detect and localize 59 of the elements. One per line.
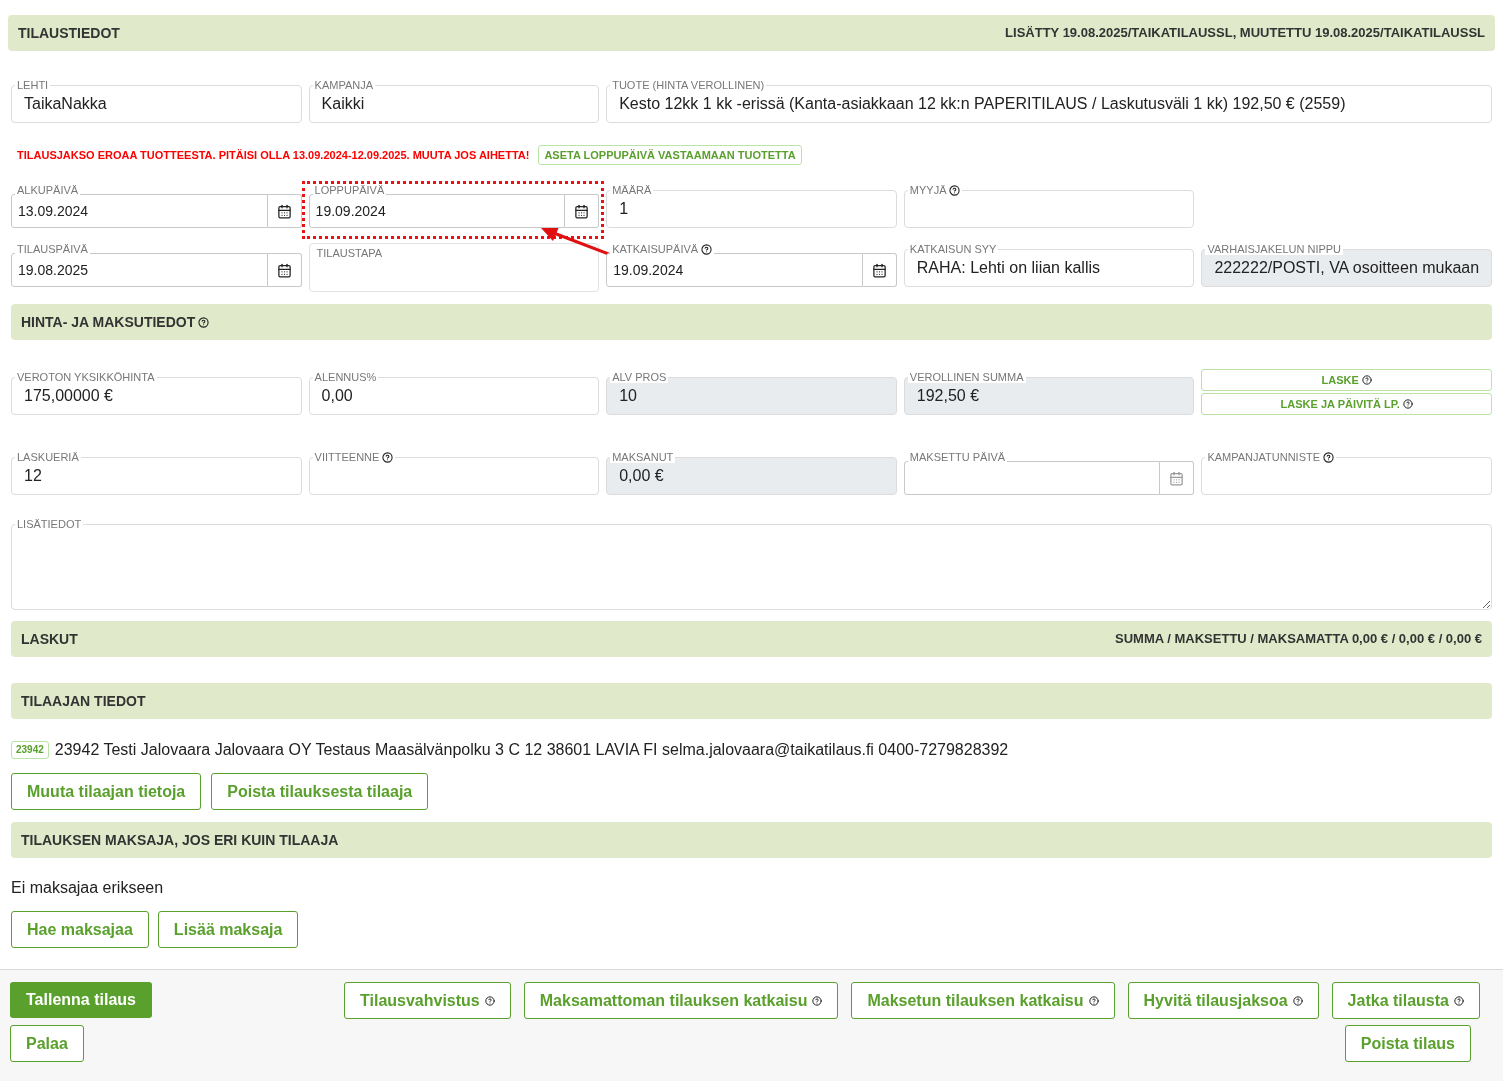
help-icon[interactable] bbox=[1402, 399, 1413, 409]
customer-details: 23942 Testi Jalovaara Jalovaara OY Testaus Maasälvänpolku 3 C 12 38601 LAVIA FI selma.jalovaara@taikatilaus.fi 0400-7279828392 bbox=[54, 740, 1009, 760]
field-label: KAMPANJATUNNISTE bbox=[1207, 451, 1321, 463]
section-title: LASKUT bbox=[21, 629, 78, 649]
calendar-button[interactable] bbox=[565, 194, 600, 228]
section-meta: LISÄTTY 19.08.2025/TAIKATILAUSSL, MUUTETTU 19.08.2025/TAIKATILAUSSL bbox=[1005, 24, 1485, 43]
warning-text: TILAUSJAKSO EROAA TUOTTEESTA. PITÄISI OLLA 13.09.2024-12.09.2025. MUUTA JOS AIHETTA! bbox=[17, 147, 530, 163]
calendar-icon bbox=[276, 262, 292, 278]
field-label: TILAUSPÄIVÄ bbox=[17, 243, 88, 255]
help-icon[interactable] bbox=[1361, 375, 1372, 385]
help-icon[interactable] bbox=[484, 995, 495, 1006]
calendar-button[interactable] bbox=[862, 253, 897, 287]
help-icon[interactable] bbox=[701, 243, 713, 255]
help-icon[interactable] bbox=[812, 995, 823, 1006]
field-label: VARHAISJAKELUN NIPPU bbox=[1207, 243, 1342, 255]
field-label: TUOTE (HINTA VEROLLINEN) bbox=[612, 79, 765, 91]
payer-text: Ei maksajaa erikseen bbox=[11, 878, 165, 898]
field-label: VEROLLINEN SUMMA bbox=[909, 371, 1024, 383]
section-title: TILAUSTIEDOT bbox=[18, 23, 120, 43]
field-label: MAKSANUT bbox=[612, 451, 674, 463]
help-icon[interactable] bbox=[198, 316, 210, 328]
help-icon[interactable] bbox=[1454, 995, 1464, 1006]
field-label: LISÄTIEDOT bbox=[17, 518, 82, 530]
field-label: LASKUERIÄ bbox=[17, 451, 79, 463]
calendar-icon bbox=[871, 262, 887, 278]
field-label: ALKUPÄIVÄ bbox=[17, 184, 79, 196]
field-label: MYYJÄ bbox=[909, 184, 947, 196]
field-label: VIITTEENNE bbox=[314, 451, 380, 463]
section-title: HINTA- JA MAKSUTIEDOT bbox=[21, 312, 196, 332]
field-label: KATKAISUN SYY bbox=[909, 243, 997, 255]
help-icon[interactable] bbox=[949, 184, 961, 196]
section-title: TILAAJAN TIEDOT bbox=[21, 691, 146, 711]
section-title: TILAUKSEN MAKSAJA, JOS ERI KUIN TILAAJA bbox=[21, 830, 339, 850]
field-label: MAKSETTU PÄIVÄ bbox=[909, 451, 1006, 463]
date-field[interactable]: 13.09.2024 bbox=[11, 194, 268, 228]
help-icon[interactable] bbox=[1292, 995, 1303, 1006]
help-icon[interactable] bbox=[1323, 451, 1335, 463]
calendar-button[interactable] bbox=[267, 194, 302, 228]
section-meta: SUMMA / MAKSETTU / MAKSAMATTA 0,00 € / 0,00 € / 0,00 € bbox=[1115, 630, 1482, 649]
customer-number-badge: 23942 bbox=[11, 741, 49, 759]
calendar-icon bbox=[1169, 470, 1185, 486]
field-label: LOPPUPÄIVÄ bbox=[314, 184, 385, 196]
calendar-button[interactable] bbox=[267, 253, 302, 287]
date-field[interactable]: 19.09.2024 bbox=[606, 253, 863, 287]
calendar-icon bbox=[574, 203, 590, 219]
select-field[interactable]: TILAUSTAPA bbox=[308, 243, 600, 292]
field-label: TILAUSTAPA bbox=[316, 247, 383, 259]
field-label: KATKAISUPÄIVÄ bbox=[612, 243, 699, 255]
help-icon[interactable] bbox=[1088, 995, 1099, 1006]
calendar-icon bbox=[276, 203, 292, 219]
field-label: VEROTON YKSIKKÖHINTA bbox=[17, 371, 155, 383]
field-label: ALENNUS% bbox=[314, 371, 377, 383]
date-field[interactable]: 19.08.2025 bbox=[11, 253, 268, 287]
field-label: ALV PROS bbox=[612, 371, 667, 383]
help-icon[interactable] bbox=[382, 451, 394, 463]
field-label: LEHTI bbox=[17, 79, 49, 91]
field-label: KAMPANJA bbox=[314, 79, 374, 91]
date-field[interactable]: 19.09.2024 bbox=[308, 194, 566, 228]
field-label: MÄÄRÄ bbox=[612, 184, 652, 196]
